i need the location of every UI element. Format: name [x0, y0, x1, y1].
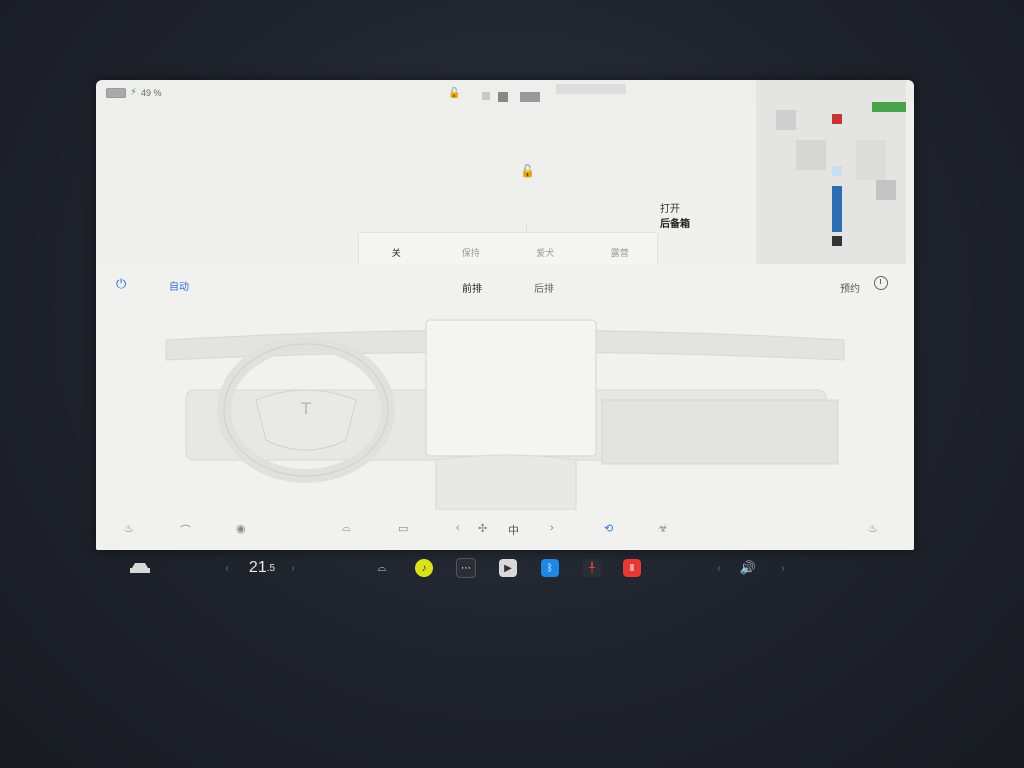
trunk-label-trunk: 后备箱: [660, 219, 690, 230]
climate-controls-row: ♨ ⌒ ◉ ⌓ ▭ ‹ ✣ 中 › ⟲ ☣ ♨: [96, 510, 914, 550]
fan-icon: ✣: [478, 523, 488, 535]
obscured-block: [482, 92, 490, 100]
climate-header: ⏻ 自动 前排 后排 预约: [96, 264, 914, 300]
climate-panel: ⏻ 自动 前排 后排 预约 T ♨ ⌒ ◉ ⌓ ▭ ‹ ✣ 中 › ⟲ ☣ ♨: [96, 264, 914, 550]
media-app-icon[interactable]: Ⅱ: [622, 558, 642, 578]
phone-key-icon: [106, 87, 126, 98]
tab-front[interactable]: 前排: [462, 280, 482, 295]
steering-heat-icon[interactable]: ◉: [236, 522, 246, 535]
battery-charging-icon: ⚡: [130, 87, 138, 98]
fan-speed-up-chevron-icon[interactable]: ›: [550, 522, 554, 534]
volume-down-chevron-icon[interactable]: ‹: [714, 558, 724, 578]
defrost-icon[interactable]: ⌓: [372, 558, 392, 578]
temperature-decimal: .5: [266, 562, 276, 574]
more-apps-icon[interactable]: ⋯: [456, 558, 476, 578]
recirculation-icon[interactable]: ⟲: [604, 522, 613, 535]
obscured-block: [556, 84, 626, 94]
status-left: ⚡ 49 %: [106, 87, 162, 98]
open-trunk-button[interactable]: 打开 后备箱: [660, 202, 690, 232]
power-icon[interactable]: ⏻: [116, 276, 130, 291]
unlock-icon[interactable]: 🔓: [520, 164, 535, 178]
mode-off[interactable]: 关: [359, 246, 434, 259]
bluetooth-icon[interactable]: ᛒ: [540, 558, 560, 578]
video-app-icon[interactable]: ▶: [498, 558, 518, 578]
speaker-icon[interactable]: 🔊: [736, 558, 760, 578]
obscured-block: [520, 92, 540, 102]
music-app-icon[interactable]: ♪: [414, 558, 434, 578]
rear-window-defrost-icon[interactable]: ▭: [398, 522, 408, 535]
lock-status-icon: 🔓: [448, 88, 461, 99]
touchscreen: ⚡ 49 % 🔓 🔓 打开 后备箱 关 保持 爱犬 露营 ⏻ 自动 前排 后排 …: [96, 80, 914, 550]
svg-text:T: T: [300, 399, 311, 418]
fan-speed-value: 中: [508, 525, 519, 537]
driver-seat-heat-icon[interactable]: ♨: [124, 522, 134, 535]
volume-up-chevron-icon[interactable]: ›: [778, 558, 788, 578]
cabin-illustration: T: [96, 300, 914, 510]
mode-dog[interactable]: 爱犬: [508, 246, 583, 259]
obscured-region: [736, 80, 914, 270]
car-icon[interactable]: [128, 558, 152, 578]
front-defrost-icon[interactable]: ⌓: [342, 522, 351, 535]
obscured-block: [498, 92, 508, 102]
temperature-display[interactable]: 21.5: [242, 558, 282, 578]
fan-speed-down-chevron-icon[interactable]: ‹: [456, 522, 460, 534]
bottom-dock: ‹ 21.5 › ⌓ ♪ ⋯ ▶ ᛒ ╀ Ⅱ ‹ 🔊 ›: [0, 552, 1024, 588]
rear-defrost-icon[interactable]: ⌒: [180, 522, 191, 538]
joystick-app-icon[interactable]: ╀: [582, 558, 602, 578]
trunk-label-open: 打开: [660, 204, 680, 215]
battery-percent: 49 %: [141, 87, 162, 98]
clock-icon[interactable]: [874, 276, 888, 290]
temperature-value: 21: [248, 559, 267, 576]
schedule-button[interactable]: 预约: [840, 280, 860, 295]
auto-mode-button[interactable]: 自动: [169, 278, 189, 293]
mode-keep[interactable]: 保持: [434, 246, 509, 259]
mode-camp[interactable]: 露营: [583, 246, 658, 259]
bioweapon-mode-icon[interactable]: ☣: [658, 522, 668, 535]
passenger-seat-heat-icon[interactable]: ♨: [868, 522, 878, 535]
temp-down-chevron-icon[interactable]: ‹: [222, 558, 232, 578]
tab-rear[interactable]: 后排: [534, 280, 554, 295]
temp-up-chevron-icon[interactable]: ›: [288, 558, 298, 578]
